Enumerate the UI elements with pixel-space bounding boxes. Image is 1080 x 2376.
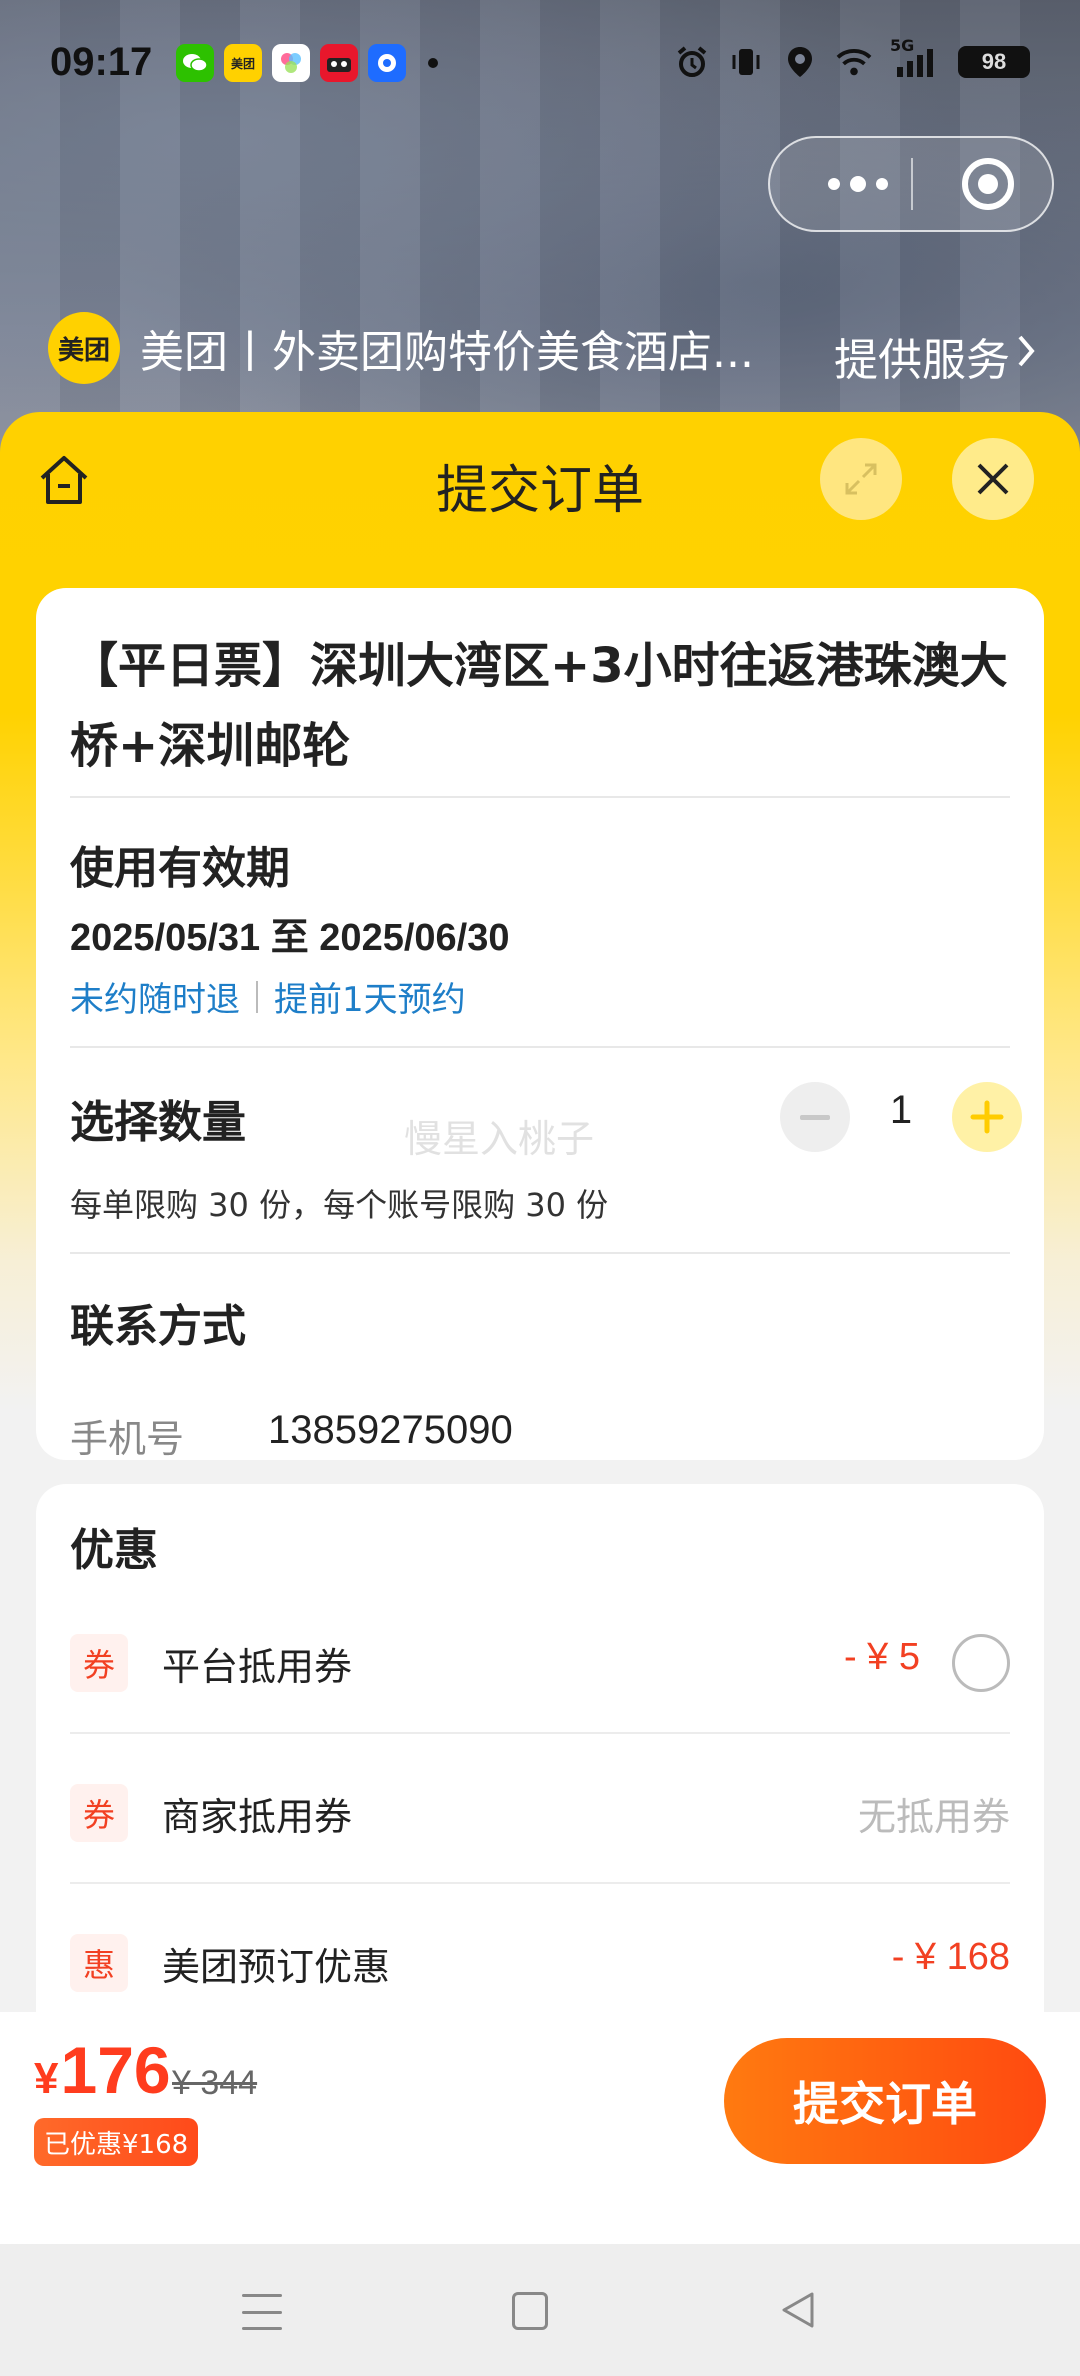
more-icon[interactable] xyxy=(810,138,906,230)
photos-app-icon xyxy=(272,44,310,82)
page-title: 提交订单 xyxy=(435,461,644,521)
merchant-coupon-row[interactable]: 券 商家抵用券 无抵用券 xyxy=(70,1734,1010,1884)
wifi-icon xyxy=(836,44,872,80)
validity-title: 使用有效期 xyxy=(70,843,290,894)
location-icon xyxy=(782,44,818,80)
platform-coupon-row[interactable]: 券 平台抵用券 - ¥ 5 xyxy=(70,1584,1010,1734)
sheet-header: 提交订单 xyxy=(0,412,1080,542)
divider xyxy=(70,796,1010,798)
browser-app-icon xyxy=(368,44,406,82)
coupon-badge: 券 xyxy=(70,1634,128,1692)
capsule-divider xyxy=(911,158,913,210)
discount-card: 优惠 券 平台抵用券 - ¥ 5 券 商家抵用券 无抵用券 惠 美团预订优惠 -… xyxy=(36,1484,1044,2044)
status-time: 09:17 xyxy=(50,40,153,84)
chevron-right-icon xyxy=(1016,331,1038,382)
decrease-button[interactable] xyxy=(780,1082,850,1152)
discount-label: 平台抵用券 xyxy=(162,1645,353,1689)
meituan-logo: 美团 xyxy=(48,312,120,384)
discount-value: - ¥ 168 xyxy=(891,1936,1010,1978)
product-title: 【平日票】深圳大湾区+3小时往返港珠澳大桥+深圳邮轮 xyxy=(70,638,1008,774)
meituan-app-icon: 美团 xyxy=(224,44,262,82)
submit-order-button[interactable]: 提交订单 xyxy=(724,2038,1046,2164)
discount-label: 商家抵用券 xyxy=(162,1795,353,1839)
discount-label: 美团预订优惠 xyxy=(162,1945,391,1989)
quantity-value: 1 xyxy=(889,1088,913,1132)
increase-button[interactable] xyxy=(952,1082,1022,1152)
currency-symbol: ¥ xyxy=(34,2054,59,2103)
original-price: ¥ 344 xyxy=(172,2064,258,2102)
close-icon[interactable] xyxy=(952,438,1034,520)
vibrate-icon xyxy=(728,44,764,80)
plus-icon xyxy=(970,1100,1004,1134)
service-link[interactable]: 提供服务 xyxy=(834,324,1038,388)
divider xyxy=(70,1046,1010,1048)
watermark-text: 慢星入桃子 xyxy=(404,1117,595,1161)
target-icon[interactable] xyxy=(962,158,1014,210)
discount-badge: 惠 xyxy=(70,1934,128,1992)
battery-icon: 98 xyxy=(958,46,1030,78)
notification-dot xyxy=(428,58,438,68)
price-value: 176 xyxy=(60,2033,171,2107)
refund-tag[interactable]: 未约随时退 xyxy=(70,972,240,1021)
divider xyxy=(70,1252,1010,1254)
booking-tag[interactable]: 提前1天预约 xyxy=(274,972,466,1021)
phone-value: 13859275090 xyxy=(268,1408,513,1452)
discount-value: 无抵用券 xyxy=(857,1795,1010,1839)
status-bar: 09:17 美团 5G 98 xyxy=(0,0,1080,130)
validity-tags: 未约随时退 提前1天预约 xyxy=(70,972,466,1021)
expand-icon[interactable] xyxy=(820,438,902,520)
saved-badge[interactable]: 已优惠¥168 xyxy=(34,2118,199,2166)
mini-program-name: 美团丨外卖团购特价美食酒店... xyxy=(140,327,754,378)
home-square-icon[interactable] xyxy=(512,2292,548,2330)
contact-row[interactable]: 手机号 13859275090 xyxy=(70,1408,513,1463)
status-right-icons: 5G 98 xyxy=(674,36,1030,80)
quantity-stepper: 1 xyxy=(780,1082,1022,1152)
back-icon[interactable] xyxy=(778,2290,818,2330)
menu-icon[interactable] xyxy=(242,2294,282,2330)
minus-icon xyxy=(800,1114,830,1120)
mini-program-banner[interactable]: 美团 美团丨外卖团购特价美食酒店... 提供服务 xyxy=(48,312,1038,386)
validity-dates: 2025/05/31 至 2025/06/30 xyxy=(70,917,510,959)
wechat-icon xyxy=(176,44,214,82)
system-nav-bar xyxy=(0,2244,1080,2376)
mini-program-capsule xyxy=(768,136,1054,232)
status-app-icons: 美团 xyxy=(176,44,438,82)
signal-icon: 5G xyxy=(890,36,940,80)
phone-label: 手机号 xyxy=(70,1417,185,1461)
coupon-badge: 券 xyxy=(70,1784,128,1842)
quantity-title: 选择数量 xyxy=(70,1097,246,1148)
service-label: 提供服务 xyxy=(834,335,1010,386)
coupon-radio[interactable] xyxy=(952,1634,1010,1692)
tmall-app-icon xyxy=(320,44,358,82)
checkout-bar: ¥ 176 ¥ 344 已优惠¥168 提交订单 xyxy=(0,2012,1080,2244)
purchase-limit: 每单限购 30 份，每个账号限购 30 份 xyxy=(70,1186,609,1224)
tag-divider xyxy=(256,980,258,1013)
alarm-icon xyxy=(674,44,710,80)
discount-value: - ¥ 5 xyxy=(843,1636,920,1678)
contact-title: 联系方式 xyxy=(70,1301,246,1352)
discount-title: 优惠 xyxy=(70,1525,158,1576)
order-card: 【平日票】深圳大湾区+3小时往返港珠澳大桥+深圳邮轮 使用有效期 2025/05… xyxy=(36,588,1044,1463)
current-price: ¥ 176 xyxy=(34,2032,171,2108)
